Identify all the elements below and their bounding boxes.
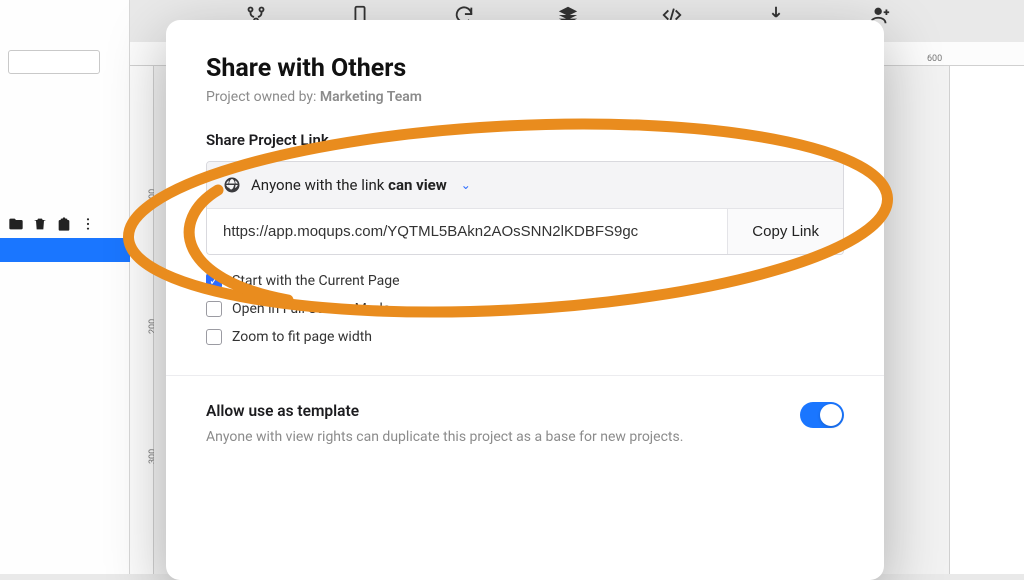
checkbox-icon xyxy=(206,273,222,289)
ruler-left: 100 200 300 xyxy=(130,66,154,574)
link-box: Anyone with the link can view ⌄ Copy Lin… xyxy=(206,161,844,255)
opt-label: Start with the Current Page xyxy=(232,273,400,289)
opt-label: Zoom to fit page width xyxy=(232,329,372,345)
opt-start-current[interactable]: Start with the Current Page xyxy=(206,273,844,289)
chevron-down-icon: ⌄ xyxy=(461,178,471,192)
more-icon[interactable] xyxy=(80,216,96,236)
access-dropdown[interactable]: Anyone with the link can view ⌄ xyxy=(207,162,843,209)
opt-fullscreen[interactable]: Open in Full Screen Mode xyxy=(206,301,844,317)
opt-label: Open in Full Screen Mode xyxy=(232,301,390,317)
canvas-right-panel xyxy=(949,66,1024,574)
folder-icon[interactable] xyxy=(8,216,24,236)
owner-name: Marketing Team xyxy=(320,89,422,105)
modal-title: Share with Others xyxy=(206,54,844,83)
sidebar-selected-item[interactable] xyxy=(0,238,130,262)
access-text: Anyone with the link can view xyxy=(251,176,447,194)
owner-prefix: Project owned by: xyxy=(206,89,320,105)
owner-line: Project owned by: Marketing Team xyxy=(206,89,844,105)
template-desc: Anyone with view rights can duplicate th… xyxy=(206,428,683,448)
sidebar-field[interactable] xyxy=(8,50,100,74)
checkbox-icon xyxy=(206,301,222,317)
trash-icon[interactable] xyxy=(32,216,48,236)
share-modal: Share with Others Project owned by: Mark… xyxy=(166,20,884,580)
left-sidebar xyxy=(0,0,130,574)
paste-icon[interactable] xyxy=(56,216,72,236)
globe-icon xyxy=(223,176,241,194)
options-checklist: Start with the Current Page Open in Full… xyxy=(206,273,844,345)
template-section: Allow use as template Anyone with view r… xyxy=(206,402,844,448)
template-toggle[interactable] xyxy=(800,402,844,428)
opt-zoom-fit[interactable]: Zoom to fit page width xyxy=(206,329,844,345)
sidebar-icon-row xyxy=(8,216,96,236)
copy-link-button[interactable]: Copy Link xyxy=(727,209,843,254)
ruler-tick: 600 xyxy=(927,54,942,64)
template-title: Allow use as template xyxy=(206,402,683,420)
share-url-input[interactable] xyxy=(207,209,727,254)
checkbox-icon xyxy=(206,329,222,345)
url-row: Copy Link xyxy=(207,209,843,254)
divider xyxy=(166,375,884,376)
share-link-label: Share Project Link xyxy=(206,131,844,149)
